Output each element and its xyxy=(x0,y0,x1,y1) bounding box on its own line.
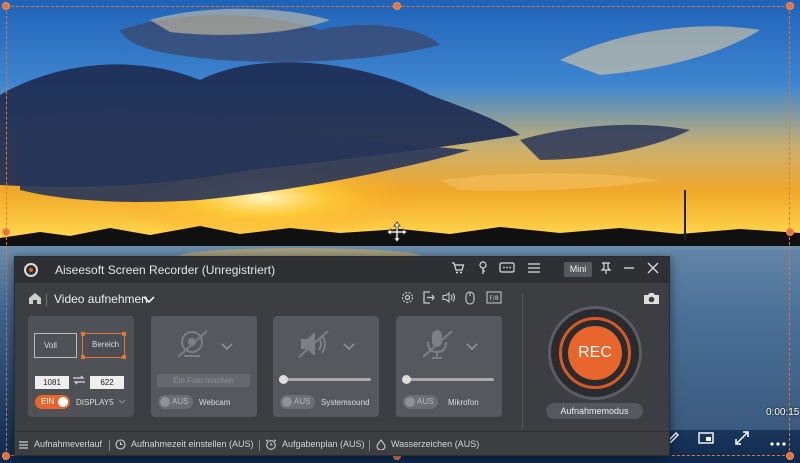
feedback-icon[interactable] xyxy=(498,261,516,279)
fps-icon[interactable]: F/8 xyxy=(486,291,502,307)
take-photo-label: Ein Foto machen xyxy=(173,376,234,385)
chevron-down-icon[interactable] xyxy=(221,338,233,356)
recording-mode-button[interactable]: Aufnahmemodus xyxy=(546,403,643,419)
pin-icon[interactable] xyxy=(597,261,615,279)
rec-button-frame: REC xyxy=(548,306,642,400)
display-select-label: DISPLAY5 xyxy=(76,398,114,407)
chevron-down-icon[interactable] xyxy=(343,338,355,356)
width-input[interactable]: 1081 xyxy=(35,376,69,389)
menu-icon[interactable] xyxy=(525,261,543,279)
resize-handle-bottom-left[interactable] xyxy=(2,452,10,460)
screen-icon[interactable] xyxy=(698,431,714,449)
settings-gear-icon[interactable] xyxy=(401,291,414,307)
divider xyxy=(46,294,47,306)
webcam-label: Webcam xyxy=(199,398,231,407)
system-volume-slider[interactable] xyxy=(279,375,371,384)
resize-handle-top-left[interactable] xyxy=(2,2,10,10)
microphone-toggle[interactable]: AUS xyxy=(403,395,438,409)
webcam-icon xyxy=(175,328,211,365)
volume-icon[interactable] xyxy=(442,291,456,307)
height-input[interactable]: 622 xyxy=(90,376,124,389)
mode-toolbar: Video aufnehmen F/8 xyxy=(15,283,669,313)
chevron-down-icon[interactable] xyxy=(466,338,478,356)
webcam-toggle[interactable]: AUS xyxy=(158,395,193,409)
more-icon[interactable] xyxy=(770,434,786,451)
key-icon[interactable] xyxy=(474,261,492,279)
watermark-link[interactable]: Wasserzeichen (AUS) xyxy=(376,439,480,451)
watermark-label: Wasserzeichen (AUS) xyxy=(391,439,480,449)
microphone-muted-icon xyxy=(420,328,456,365)
custom-region-label: Bereich xyxy=(92,340,120,349)
chevron-down-icon xyxy=(118,399,126,404)
task-schedule-link[interactable]: Aufgabenplan (AUS) xyxy=(265,439,365,450)
display-card[interactable]: Voll Bereich 1081 622 EIN DISPLAY5 xyxy=(28,316,134,417)
title-bar[interactable]: Aiseesoft Screen Recorder (Unregistriert… xyxy=(15,257,669,283)
resize-handle-top-right[interactable] xyxy=(786,2,794,10)
divider xyxy=(259,440,260,451)
mouse-icon[interactable] xyxy=(465,291,475,308)
rec-button[interactable]: REC xyxy=(568,326,622,380)
microphone-label: Mikrofon xyxy=(448,398,479,407)
alarm-clock-icon xyxy=(265,439,277,450)
resize-handle-left[interactable] xyxy=(2,228,10,236)
recorder-panel: Aiseesoft Screen Recorder (Unregistriert… xyxy=(14,256,670,456)
system-sound-label: Systemsound xyxy=(321,398,370,407)
minimize-icon[interactable] xyxy=(620,261,638,279)
link-ratio-icon[interactable] xyxy=(72,375,86,388)
full-screen-label: Voll xyxy=(44,341,57,350)
speaker-muted-icon xyxy=(297,328,333,365)
take-photo-button: Ein Foto machen xyxy=(157,374,250,387)
display-toggle[interactable]: EIN xyxy=(35,395,70,409)
webcam-card[interactable]: Ein Foto machen AUS Webcam xyxy=(151,316,257,417)
microphone-card[interactable]: AUS Mikrofon xyxy=(396,316,502,417)
screenshot-camera-icon[interactable] xyxy=(643,292,660,310)
svg-text:F/8: F/8 xyxy=(489,295,498,302)
resize-handle-bottom-right[interactable] xyxy=(786,452,794,460)
set-recording-time-label: Aufnahmezeit einstellen (AUS) xyxy=(131,439,254,449)
home-icon[interactable] xyxy=(28,292,42,310)
expand-icon[interactable] xyxy=(735,431,749,449)
set-recording-time-link[interactable]: Aufnahmezeit einstellen (AUS) xyxy=(115,439,254,450)
mode-title[interactable]: Video aufnehmen xyxy=(54,292,148,306)
full-screen-button[interactable]: Voll xyxy=(34,333,77,358)
move-cursor-icon[interactable] xyxy=(386,221,408,248)
app-logo-icon xyxy=(24,263,38,277)
task-schedule-label: Aufgabenplan (AUS) xyxy=(282,439,365,449)
bottom-bar: Aufnahmeverlauf Aufnahmezeit einstellen … xyxy=(15,431,669,456)
droplet-icon xyxy=(376,439,386,451)
export-icon[interactable] xyxy=(422,291,435,307)
divider xyxy=(109,440,110,451)
divider xyxy=(522,293,523,429)
clock-icon xyxy=(115,439,126,450)
display-select[interactable]: DISPLAY5 xyxy=(76,398,126,407)
list-icon xyxy=(19,441,28,449)
chevron-down-icon[interactable] xyxy=(143,292,155,310)
system-sound-card[interactable]: AUS Systemsound xyxy=(273,316,379,417)
close-icon[interactable] xyxy=(644,261,662,279)
rec-ring: REC xyxy=(559,317,631,389)
resize-handle-right[interactable] xyxy=(786,228,794,236)
recording-timer: 0:00:15 xyxy=(766,407,800,418)
shop-cart-icon[interactable] xyxy=(449,261,467,279)
mini-button[interactable]: Mini xyxy=(564,262,592,277)
app-title: Aiseesoft Screen Recorder (Unregistriert… xyxy=(55,263,276,277)
recording-history-label: Aufnahmeverlauf xyxy=(34,439,103,449)
custom-region-button[interactable]: Bereich xyxy=(81,332,126,359)
divider xyxy=(369,440,370,451)
system-sound-toggle[interactable]: AUS xyxy=(280,395,315,409)
resize-handle-top[interactable] xyxy=(393,2,401,10)
microphone-volume-slider[interactable] xyxy=(402,375,494,384)
recording-history-link[interactable]: Aufnahmeverlauf xyxy=(18,439,102,450)
